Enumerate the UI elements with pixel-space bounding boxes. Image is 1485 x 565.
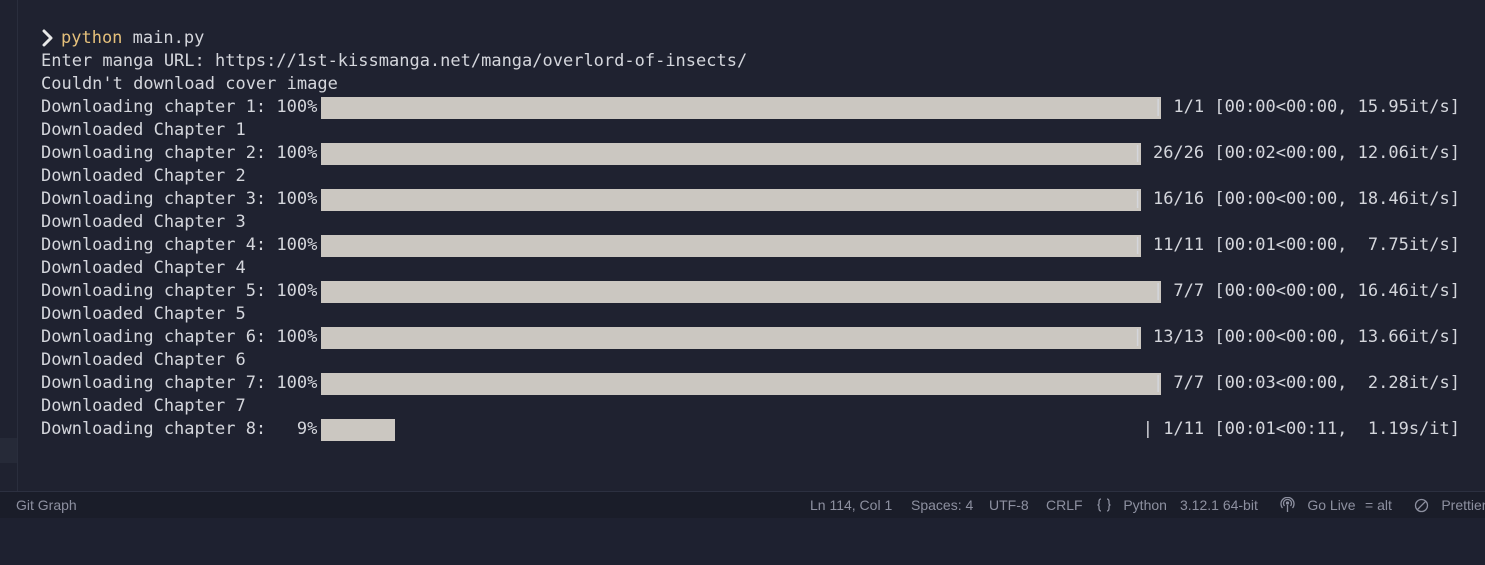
- indentation-button[interactable]: Spaces: 4: [911, 492, 973, 518]
- progress-stats: | 26/26 [00:02<00:00, 12.06it/s]: [1132, 143, 1460, 163]
- enter-url-line: Enter manga URL: https://1st-kissmanga.n…: [41, 51, 748, 71]
- command-line: python main.py: [61, 27, 204, 50]
- progress-bar-fill: [321, 373, 1161, 395]
- progress-row: Downloading chapter 5: 100%| | 7/7 [00:00…: [0, 280, 1485, 303]
- progress-label: Downloading chapter 1: 100%|: [41, 97, 328, 117]
- progress-label: Downloading chapter 2: 100%|: [41, 143, 328, 163]
- broadcast-icon: [1280, 445, 1303, 565]
- progress-bar: [321, 419, 1141, 441]
- downloaded-line: Downloaded Chapter 1: [41, 120, 246, 140]
- progress-row: Downloading chapter 4: 100%| | 11/11 [00:…: [0, 234, 1485, 257]
- gutter-marker: [0, 438, 17, 463]
- cover-error-line: Couldn't download cover image: [41, 74, 338, 94]
- progress-bar-fill: [321, 97, 1161, 119]
- progress-row: Downloading chapter 6: 100%| | 13/13 [00:…: [0, 326, 1485, 349]
- encoding-label: UTF-8: [989, 497, 1029, 513]
- progress-row: Downloading chapter 7: 100%| | 7/7 [00:03…: [0, 372, 1485, 395]
- progress-label: Downloading chapter 3: 100%|: [41, 189, 328, 209]
- go-live-label: Go Live: [1307, 497, 1356, 513]
- progress-label: Downloading chapter 4: 100%|: [41, 235, 328, 255]
- progress-bar-fill: [321, 419, 395, 441]
- progress-label: Downloading chapter 7: 100%|: [41, 373, 328, 393]
- encoding-button[interactable]: UTF-8: [989, 492, 1029, 518]
- cursor-position-button[interactable]: Ln 114, Col 1: [810, 492, 892, 518]
- progress-bar: [321, 281, 1161, 303]
- progress-bar-fill: [321, 189, 1141, 211]
- progress-stats: | 11/11 [00:01<00:00, 7.75it/s]: [1132, 235, 1460, 255]
- progress-bar: [321, 97, 1161, 119]
- eol-label: CRLF: [1046, 497, 1083, 513]
- downloaded-line: Downloaded Chapter 7: [41, 396, 246, 416]
- progress-bar-fill: [321, 143, 1141, 165]
- progress-bar: [321, 373, 1161, 395]
- alt-label: = alt: [1365, 497, 1392, 513]
- progress-bar-fill: [321, 327, 1141, 349]
- git-graph-label: Git Graph: [16, 497, 77, 513]
- progress-row: Downloading chapter 8: 9%| | 1/11 [00:01<…: [0, 418, 1485, 441]
- progress-stats: | 1/11 [00:01<00:11, 1.19s/it]: [1142, 419, 1460, 439]
- progress-stats: | 16/16 [00:00<00:00, 18.46it/s]: [1132, 189, 1460, 209]
- progress-label: Downloading chapter 6: 100%|: [41, 327, 328, 347]
- python-braces-icon: [1096, 445, 1119, 565]
- indentation-label: Spaces: 4: [911, 497, 974, 513]
- progress-row: Downloading chapter 2: 100%| | 26/26 [00:…: [0, 142, 1485, 165]
- downloaded-line: Downloaded Chapter 4: [41, 258, 246, 278]
- downloaded-line: Downloaded Chapter 3: [41, 212, 246, 232]
- progress-stats: | 7/7 [00:00<00:00, 16.46it/s]: [1152, 281, 1460, 301]
- eol-button[interactable]: CRLF: [1046, 492, 1083, 518]
- progress-row: Downloading chapter 3: 100%| | 16/16 [00:…: [0, 188, 1485, 211]
- progress-row: Downloading chapter 1: 100%| | 1/1 [00:00…: [0, 96, 1485, 119]
- progress-stats: | 7/7 [00:03<00:00, 2.28it/s]: [1152, 373, 1460, 393]
- command-program: python: [61, 28, 123, 48]
- alt-button[interactable]: = alt: [1365, 492, 1392, 518]
- interpreter-button[interactable]: 3.12.1 64-bit: [1180, 492, 1258, 518]
- interpreter-label: 3.12.1 64-bit: [1180, 497, 1258, 513]
- progress-stats: | 13/13 [00:00<00:00, 13.66it/s]: [1132, 327, 1460, 347]
- git-graph-button[interactable]: Git Graph: [16, 492, 77, 518]
- prettier-disabled-icon: [1414, 446, 1437, 565]
- progress-stats: | 1/1 [00:00<00:00, 15.95it/s]: [1152, 97, 1460, 117]
- go-live-button[interactable]: Go Live: [1280, 492, 1356, 518]
- progress-label: Downloading chapter 8: 9%|: [41, 419, 328, 439]
- progress-bar-fill: [321, 235, 1141, 257]
- downloaded-line: Downloaded Chapter 2: [41, 166, 246, 186]
- language-mode-button[interactable]: Python: [1096, 492, 1167, 518]
- chevron-right-icon: [42, 29, 53, 47]
- cursor-position-label: Ln 114, Col 1: [810, 497, 893, 513]
- downloaded-line: Downloaded Chapter 6: [41, 350, 246, 370]
- language-label: Python: [1123, 497, 1167, 513]
- terminal-panel[interactable]: python main.py Enter manga URL: https://…: [0, 0, 1485, 491]
- status-bar: Git Graph Ln 114, Col 1 Spaces: 4 UTF-8 …: [0, 491, 1485, 518]
- progress-bar: [321, 189, 1141, 211]
- progress-bar: [321, 143, 1141, 165]
- prettier-label: Prettier: [1441, 497, 1485, 513]
- prettier-button[interactable]: Prettier: [1414, 492, 1485, 518]
- progress-bar: [321, 235, 1141, 257]
- progress-bar: [321, 327, 1141, 349]
- downloaded-line: Downloaded Chapter 5: [41, 304, 246, 324]
- progress-label: Downloading chapter 5: 100%|: [41, 281, 328, 301]
- progress-bar-fill: [321, 281, 1161, 303]
- command-args: main.py: [122, 28, 205, 48]
